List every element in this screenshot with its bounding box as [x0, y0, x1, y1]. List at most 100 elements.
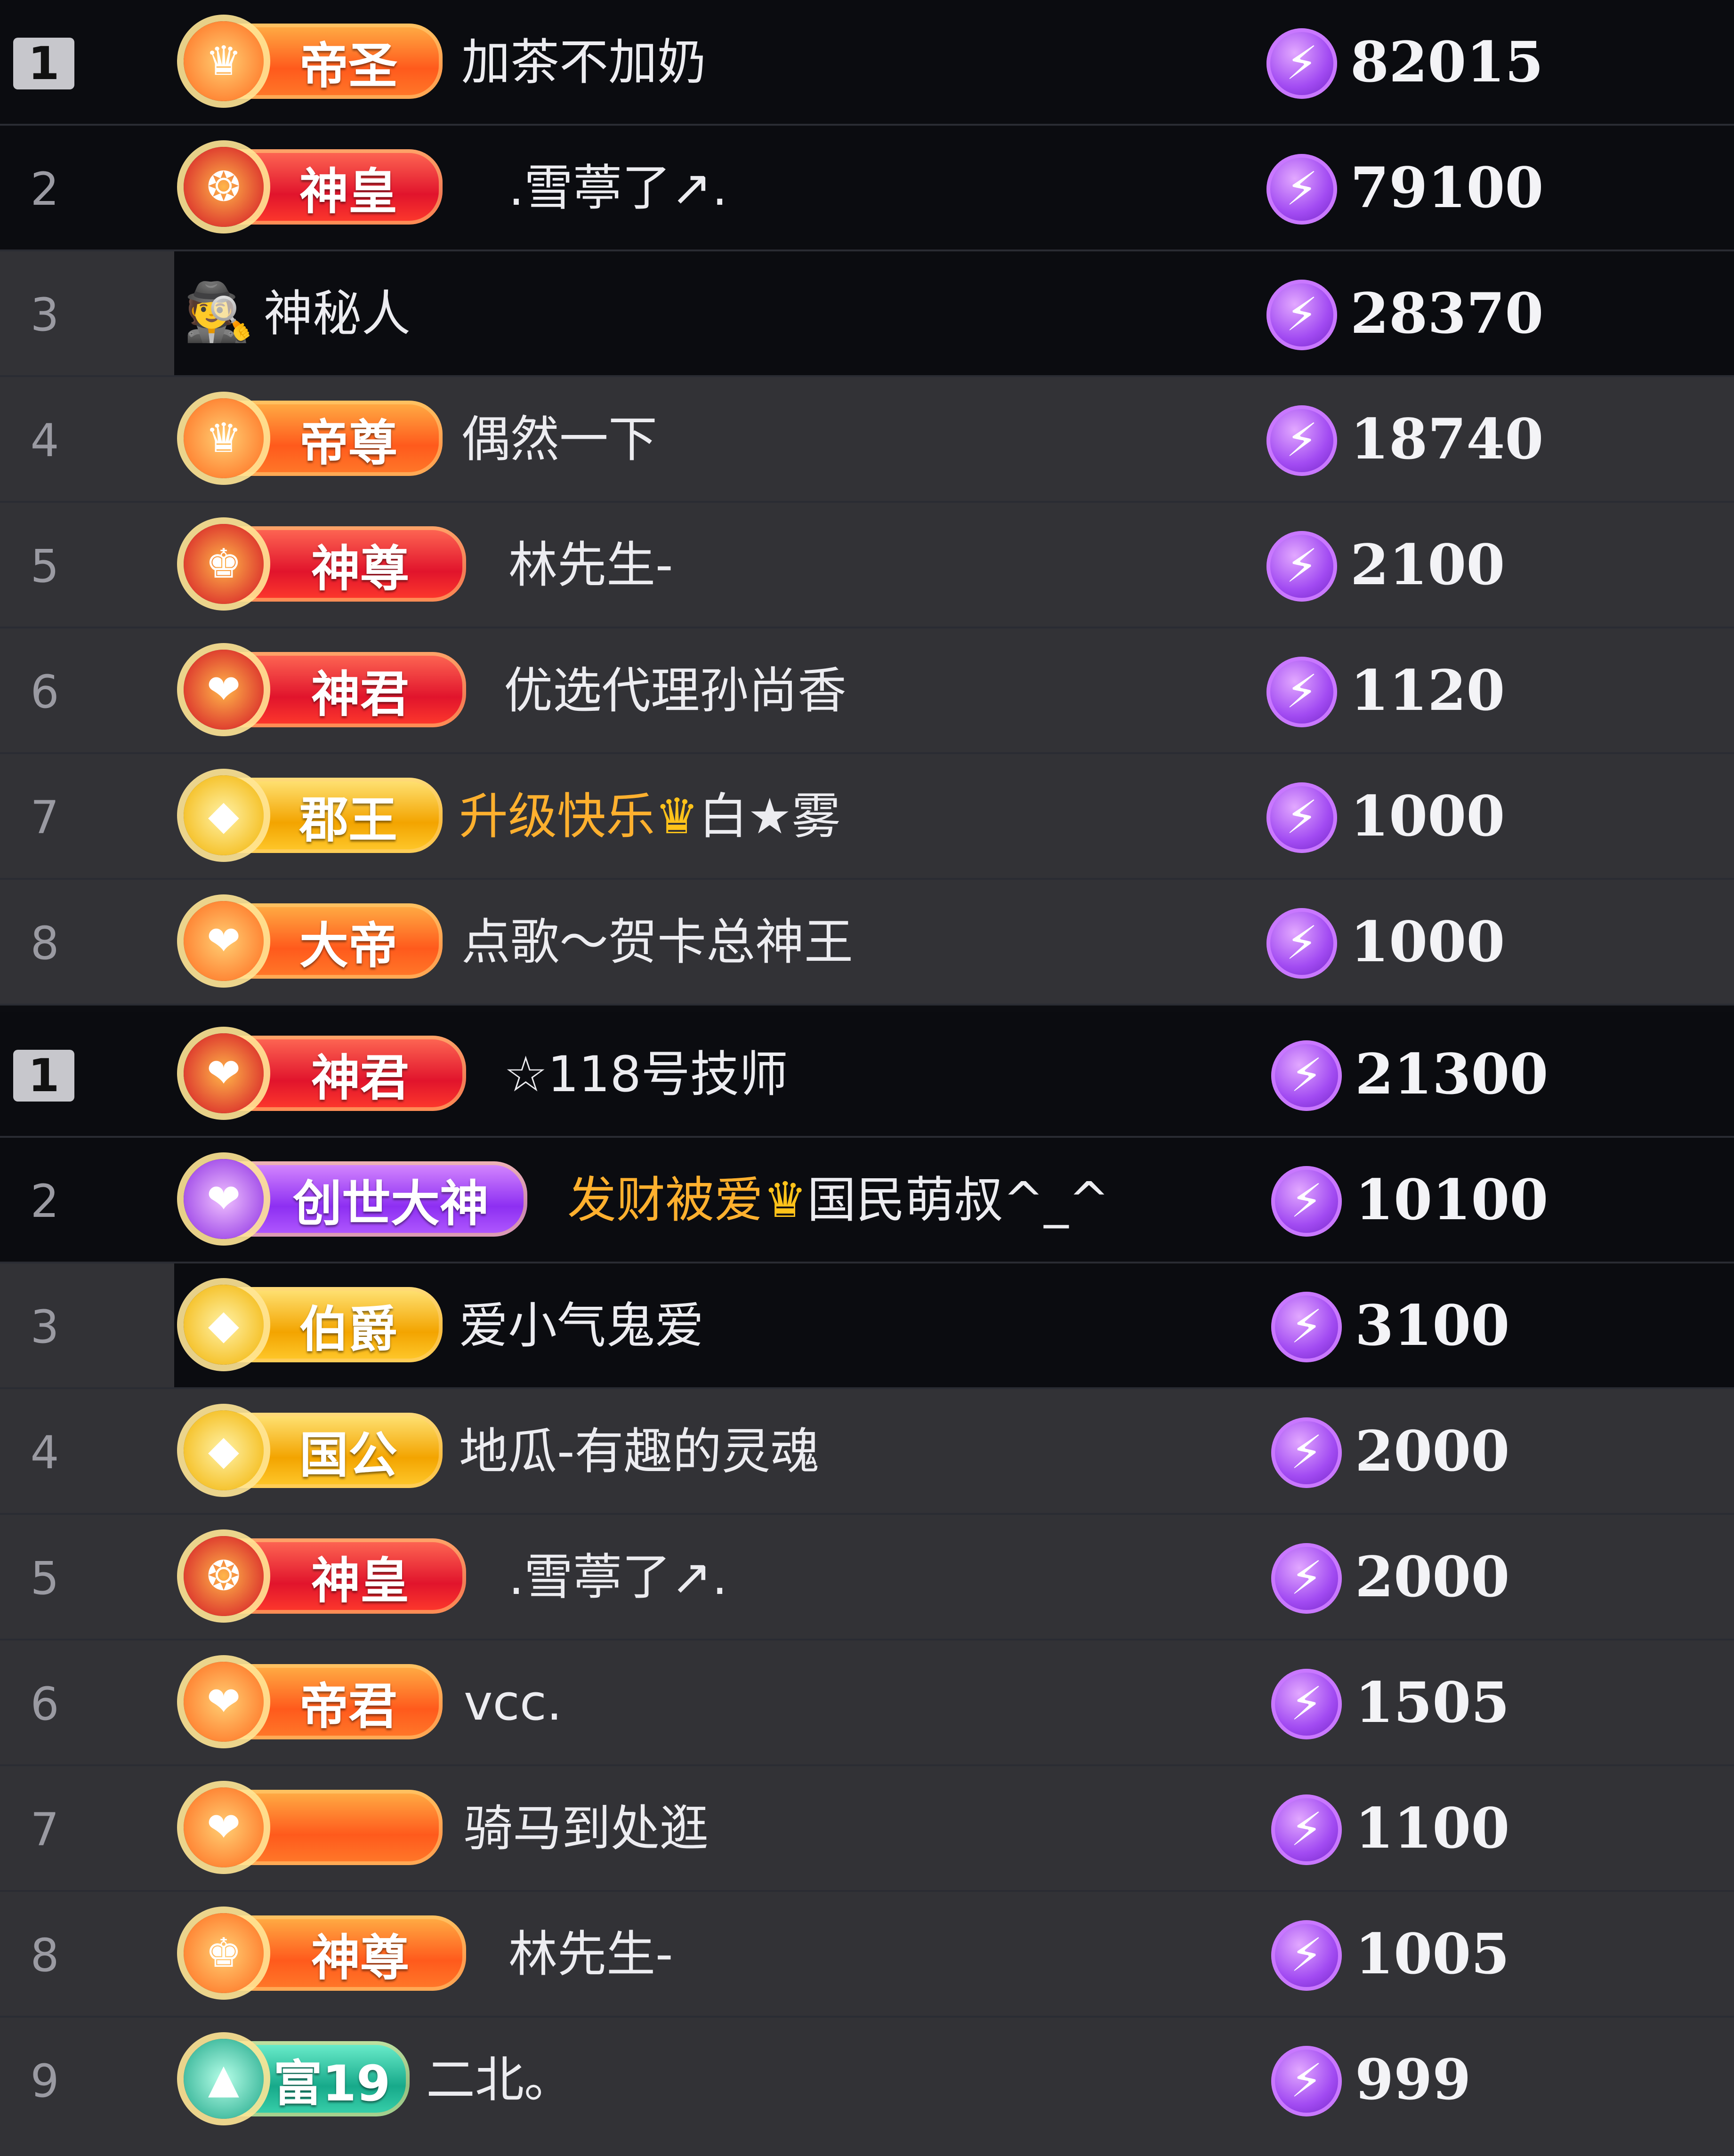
level-badge-label: 富19 — [273, 2054, 391, 2112]
leaderboard-row[interactable]: 3 🕵 神秘人 ⚡ 28370 — [0, 251, 1734, 377]
score-value: 2100 — [1350, 532, 1505, 597]
lightning-bolt-coin-icon: ⚡ — [1266, 657, 1337, 727]
user-name[interactable]: .雪葶了↗. — [508, 1544, 727, 1610]
badge-emblem-icon: ❤ — [184, 1033, 264, 1113]
rank-number: 7 — [30, 1803, 59, 1856]
user-name[interactable]: 地瓜-有趣的灵魂 — [459, 1418, 820, 1484]
level-badge: ❤ 创世大神 — [184, 1159, 527, 1239]
score-value: 1120 — [1350, 658, 1505, 723]
level-badge: ◆ 国公 — [184, 1410, 443, 1490]
leaderboard-row[interactable]: 5 ♚ 神尊 林先生- ⚡ 2100 — [0, 503, 1734, 628]
level-badge: ❤ — [184, 1787, 443, 1867]
score-value: 18740 — [1350, 406, 1544, 472]
lightning-bolt-coin-icon: ⚡ — [1271, 1794, 1342, 1865]
user-name[interactable]: ☆118号技师 — [504, 1041, 788, 1107]
lightning-bolt-coin-icon: ⚡ — [1266, 280, 1337, 350]
lightning-bolt-coin-icon: ⚡ — [1271, 2046, 1342, 2116]
level-badge-label: 郡王 — [299, 791, 397, 849]
user-name[interactable]: 骑马到处逛 — [464, 1795, 709, 1861]
level-badge-label: 国公 — [299, 1426, 397, 1484]
level-badge-label: 帝君 — [299, 1677, 397, 1735]
leaderboard-row[interactable]: 4 ♛ 帝尊 偶然一下 ⚡ 18740 — [0, 377, 1734, 503]
badge-emblem-icon: ❤ — [184, 1662, 264, 1742]
user-name[interactable]: 林先生- — [508, 532, 673, 598]
level-badge: ❤ 神君 — [184, 650, 466, 730]
leaderboard-row[interactable]: 3 ◆ 伯爵 爱小气鬼爱 ⚡ 3100 — [0, 1263, 1734, 1389]
leaderboard-row[interactable]: 8 ❤ 大帝 点歌～贺卡总神王 ⚡ 1000 — [0, 880, 1734, 1006]
score-value: 1505 — [1355, 1670, 1510, 1735]
rank-number: 7 — [30, 791, 59, 844]
lightning-bolt-coin-icon: ⚡ — [1266, 782, 1337, 853]
rank-number: 2 — [30, 1175, 59, 1228]
badge-emblem-icon: ❤ — [184, 650, 264, 730]
lightning-bolt-coin-icon: ⚡ — [1266, 531, 1337, 602]
leaderboard-panel: 1 ♛ 帝圣 加茶不加奶 ⚡ 82015 2 ❂ 神皇 .雪葶了↗. ⚡ 791… — [0, 0, 1734, 2156]
user-name[interactable]: 爱小气鬼爱 — [459, 1293, 704, 1359]
rank-number: 2 — [30, 163, 59, 216]
level-badge-label: 神尊 — [311, 539, 409, 597]
leaderboard-row[interactable]: 7 ◆ 郡王 升级快乐♛白★雾 ⚡ 1000 — [0, 754, 1734, 880]
leaderboard-row[interactable]: 6 ❤ 神君 优选代理孙尚香 ⚡ 1120 — [0, 628, 1734, 754]
lightning-bolt-coin-icon: ⚡ — [1266, 908, 1337, 979]
user-name[interactable]: 神秘人 — [264, 281, 411, 346]
level-badge-label: 神君 — [311, 1049, 409, 1107]
level-badge-label: 创世大神 — [292, 1175, 489, 1232]
score-value: 1005 — [1355, 1921, 1510, 1987]
user-name[interactable]: .雪葶了↗. — [508, 155, 727, 221]
leaderboard-row[interactable]: 7 ❤ 骑马到处逛 ⚡ 1100 — [0, 1766, 1734, 1892]
leaderboard-row[interactable]: 2 ❂ 神皇 .雪葶了↗. ⚡ 79100 — [0, 126, 1734, 251]
badge-emblem-icon: ◆ — [184, 1410, 264, 1490]
rank-number: 3 — [30, 289, 59, 341]
lightning-bolt-coin-icon: ⚡ — [1271, 1417, 1342, 1488]
level-badge-label: 帝尊 — [299, 414, 397, 472]
user-name[interactable]: 优选代理孙尚香 — [504, 658, 847, 724]
rank-number: 6 — [30, 666, 59, 718]
leaderboard-row[interactable]: 4 ◆ 国公 地瓜-有趣的灵魂 ⚡ 2000 — [0, 1389, 1734, 1515]
leaderboard-row[interactable]: 8 ♚ 神尊 林先生- ⚡ 1005 — [0, 1892, 1734, 2018]
level-badge: ♛ 帝尊 — [184, 398, 443, 478]
rank-number: 8 — [30, 1929, 59, 1982]
user-name[interactable]: 二北。 — [426, 2047, 573, 2113]
score-value: 2000 — [1355, 1418, 1510, 1484]
leaderboard-row[interactable]: 1 ❤ 神君 ☆118号技师 ⚡ 21300 — [0, 1012, 1734, 1138]
crown-icon: ♛ — [655, 788, 699, 845]
score-value: 3100 — [1355, 1293, 1510, 1358]
badge-emblem-icon: ❂ — [184, 147, 264, 227]
rank-number: 9 — [30, 2055, 59, 2108]
user-name[interactable]: 发财被爱♛国民萌叔^_^ — [567, 1167, 1110, 1233]
leaderboard-row[interactable]: 6 ❤ 帝君 vcc. ⚡ 1505 — [0, 1641, 1734, 1766]
level-badge: ❤ 神君 — [184, 1033, 466, 1113]
rank-number: 6 — [30, 1678, 59, 1730]
leaderboard-row[interactable]: 5 ❂ 神皇 .雪葶了↗. ⚡ 2000 — [0, 1515, 1734, 1641]
leaderboard-row[interactable]: 1 ♛ 帝圣 加茶不加奶 ⚡ 82015 — [0, 0, 1734, 126]
user-name[interactable]: 偶然一下 — [461, 406, 657, 472]
badge-emblem-icon: ♛ — [184, 21, 264, 101]
level-badge-label: 神皇 — [311, 1552, 409, 1609]
user-name[interactable]: 林先生- — [508, 1921, 673, 1987]
leaderboard-row[interactable]: 2 ❤ 创世大神 发财被爱♛国民萌叔^_^ ⚡ 10100 — [0, 1138, 1734, 1263]
rank-number: 4 — [30, 1426, 59, 1479]
badge-emblem-icon: ▲ — [184, 2039, 264, 2119]
score-value: 1000 — [1350, 783, 1505, 849]
lightning-bolt-coin-icon: ⚡ — [1271, 1669, 1342, 1739]
score-value: 999 — [1355, 2047, 1471, 2112]
level-badge: ♛ 帝圣 — [184, 21, 443, 101]
lightning-bolt-coin-icon: ⚡ — [1266, 405, 1337, 476]
level-badge: ❂ 神皇 — [184, 1536, 466, 1616]
leaderboard-row[interactable]: 9 ▲ 富19 二北。 ⚡ 999 — [0, 2018, 1734, 2156]
badge-emblem-icon: ♚ — [184, 524, 264, 604]
rank-number: 5 — [30, 540, 59, 593]
user-name[interactable]: 加茶不加奶 — [461, 29, 706, 95]
user-name[interactable]: vcc. — [464, 1670, 562, 1736]
rank-number: 4 — [30, 414, 59, 467]
lightning-bolt-coin-icon: ⚡ — [1271, 1040, 1342, 1111]
user-name[interactable]: 点歌～贺卡总神王 — [461, 909, 853, 975]
badge-emblem-icon: ♚ — [184, 1913, 264, 1993]
user-name[interactable]: 升级快乐♛白★雾 — [459, 783, 841, 849]
badge-emblem-icon: ◆ — [184, 775, 264, 855]
level-badge-label: 神君 — [311, 665, 409, 723]
incognito-spy-icon: 🕵 — [184, 280, 254, 345]
lightning-bolt-coin-icon: ⚡ — [1271, 1543, 1342, 1614]
lightning-bolt-coin-icon: ⚡ — [1271, 1292, 1342, 1362]
level-badge: ◆ 郡王 — [184, 775, 443, 855]
